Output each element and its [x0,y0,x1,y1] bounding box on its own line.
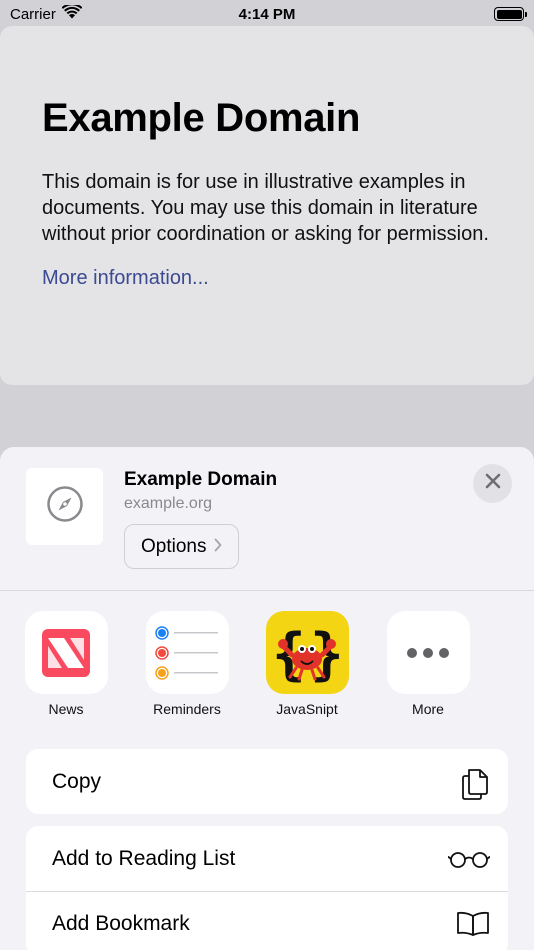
compass-icon [46,485,84,528]
javasnipt-icon: { } [265,611,349,694]
close-button[interactable] [473,464,512,503]
app-label: Reminders [153,701,221,717]
action-label: Add to Reading List [52,846,236,870]
page-thumbnail [26,468,103,545]
reminders-icon [145,611,229,694]
share-apps-row: News Reminders} JavaSnipt More [0,611,534,721]
wifi-icon [61,3,83,23]
web-page-title: Example Domain [42,96,361,140]
share-subtitle: example.org [124,495,213,512]
web-page-body: This domain is for use in illustrative e… [42,171,489,245]
web-page-card: Example Domain This domain is for use in… [0,26,534,385]
copy-icon [460,764,490,800]
copy-action-group: Copy [26,749,508,814]
options-label: Options [141,535,207,557]
chevron-right-icon [214,536,222,557]
status-left: Carrier [10,3,83,23]
carrier-label: Carrier [10,5,56,23]
app-reminders[interactable]: Reminders [137,611,237,717]
options-button[interactable]: Options [124,524,240,569]
more-icon [386,611,470,694]
add-to-reading-list-action[interactable]: Add to Reading List [26,826,508,891]
app-javasnipt[interactable]: { } JavaSnipt [257,611,357,717]
share-sheet: Example Domain example.org Options News … [0,447,534,950]
close-icon [485,473,501,494]
battery-icon [494,7,527,21]
battery-fill [496,9,522,19]
app-label: News [48,701,84,717]
action-label: Copy [52,769,102,793]
app-news[interactable]: News [16,611,116,717]
book-icon [456,911,490,937]
add-bookmark-action[interactable]: Add Bookmark [26,891,508,950]
glasses-icon [448,850,490,868]
more-information-link[interactable]: More information... [42,267,492,290]
app-more[interactable]: More [378,611,478,717]
bookmark-action-group: Add to Reading List Add Bookmark [26,826,508,950]
share-sheet-header: Example Domain example.org Options [0,447,534,591]
status-bar: Carrier 4:14 PM [0,0,534,28]
copy-action[interactable]: Copy [26,749,508,814]
share-title: Example Domain [124,469,278,490]
app-label: JavaSnipt [276,701,338,717]
action-label: Add Bookmark [52,912,190,935]
app-label: More [412,701,444,717]
news-icon [24,611,108,694]
